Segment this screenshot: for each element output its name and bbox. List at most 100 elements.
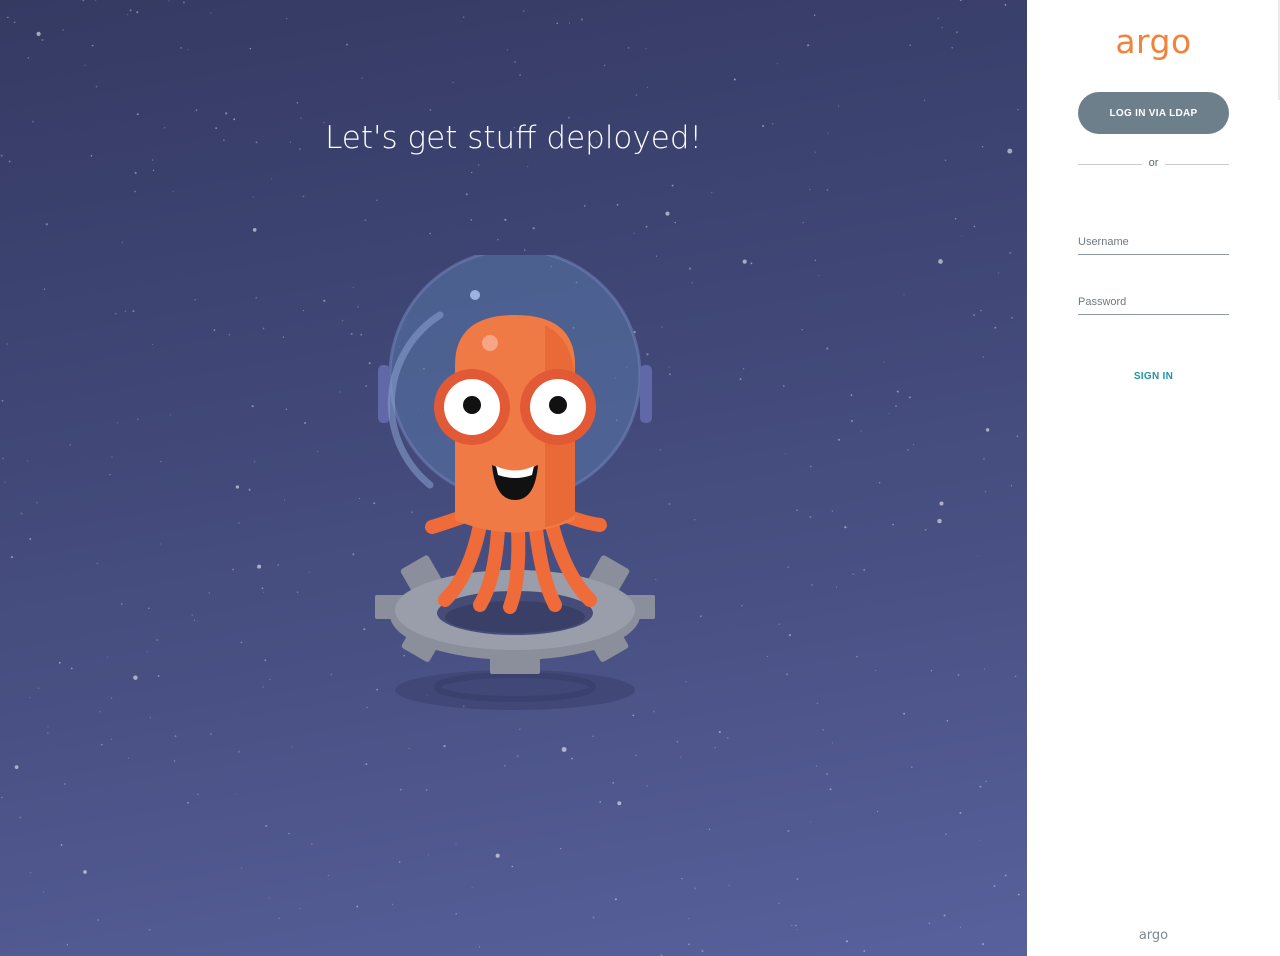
star xyxy=(691,282,693,284)
star xyxy=(148,607,150,610)
star xyxy=(134,171,137,174)
star xyxy=(614,898,617,901)
star xyxy=(60,843,63,846)
star xyxy=(299,907,301,909)
star xyxy=(26,460,29,462)
star xyxy=(43,288,46,290)
star xyxy=(285,408,288,410)
star xyxy=(681,877,683,880)
star xyxy=(249,47,252,50)
star xyxy=(994,326,997,329)
star xyxy=(959,926,962,928)
star xyxy=(156,639,159,641)
star xyxy=(944,159,947,162)
star xyxy=(160,543,162,545)
star xyxy=(941,26,943,29)
star xyxy=(616,204,619,206)
star xyxy=(2,457,4,460)
star xyxy=(6,343,8,345)
star xyxy=(1016,435,1019,438)
star xyxy=(172,190,174,192)
star xyxy=(519,74,521,76)
star xyxy=(504,765,506,767)
star xyxy=(726,737,729,739)
star xyxy=(152,343,154,346)
star xyxy=(786,673,789,676)
star xyxy=(766,655,768,657)
star xyxy=(252,228,257,232)
star xyxy=(91,44,94,47)
star xyxy=(1010,485,1013,487)
star xyxy=(1014,675,1017,678)
star xyxy=(19,816,22,819)
star xyxy=(728,884,730,886)
star xyxy=(210,12,212,14)
star xyxy=(20,512,23,515)
star xyxy=(979,785,982,788)
star xyxy=(959,0,962,2)
star xyxy=(580,18,584,21)
star xyxy=(863,568,866,571)
star xyxy=(14,765,19,769)
star xyxy=(676,741,678,743)
star xyxy=(66,944,69,946)
star xyxy=(465,193,468,196)
star xyxy=(263,591,265,593)
star xyxy=(646,86,649,89)
argo-mascot-illustration xyxy=(375,255,655,710)
sign-in-button[interactable]: SIGN IN xyxy=(1078,366,1229,386)
star xyxy=(980,309,982,312)
star xyxy=(907,449,909,451)
star xyxy=(524,249,526,251)
star xyxy=(645,47,647,49)
star xyxy=(1017,108,1019,111)
star xyxy=(742,368,745,370)
star xyxy=(973,225,976,228)
star xyxy=(923,99,926,101)
star xyxy=(984,491,987,493)
star xyxy=(111,456,113,458)
star xyxy=(1004,874,1007,877)
star xyxy=(856,655,858,658)
star xyxy=(429,109,432,111)
star xyxy=(811,584,813,586)
star xyxy=(646,785,648,787)
star xyxy=(903,294,905,296)
star xyxy=(427,854,429,856)
password-input[interactable] xyxy=(1078,292,1229,312)
star xyxy=(718,731,721,734)
star xyxy=(238,522,240,524)
star xyxy=(304,422,306,424)
star xyxy=(95,85,98,88)
star xyxy=(924,528,927,531)
star xyxy=(604,64,606,66)
star xyxy=(235,485,240,489)
star xyxy=(556,22,559,25)
star xyxy=(985,428,990,432)
star xyxy=(883,361,885,363)
star xyxy=(36,502,38,504)
star xyxy=(323,299,326,302)
star xyxy=(124,310,126,312)
star xyxy=(82,0,85,2)
star xyxy=(271,178,272,180)
star xyxy=(802,221,805,224)
star xyxy=(788,634,791,637)
star xyxy=(708,828,711,831)
star xyxy=(471,171,473,174)
star xyxy=(592,916,595,919)
username-input[interactable] xyxy=(1078,232,1229,252)
star xyxy=(739,378,742,381)
star xyxy=(208,592,210,594)
footer-argo-logo: argo xyxy=(1138,928,1169,943)
star xyxy=(300,117,302,119)
ldap-login-button[interactable]: LOG IN VIA LDAP xyxy=(1078,92,1229,134)
star xyxy=(235,793,237,795)
star xyxy=(796,878,799,880)
star xyxy=(633,232,635,234)
star xyxy=(568,22,571,24)
star xyxy=(157,675,160,677)
star xyxy=(627,47,630,49)
username-field-wrapper xyxy=(1078,232,1229,255)
star xyxy=(107,656,109,658)
